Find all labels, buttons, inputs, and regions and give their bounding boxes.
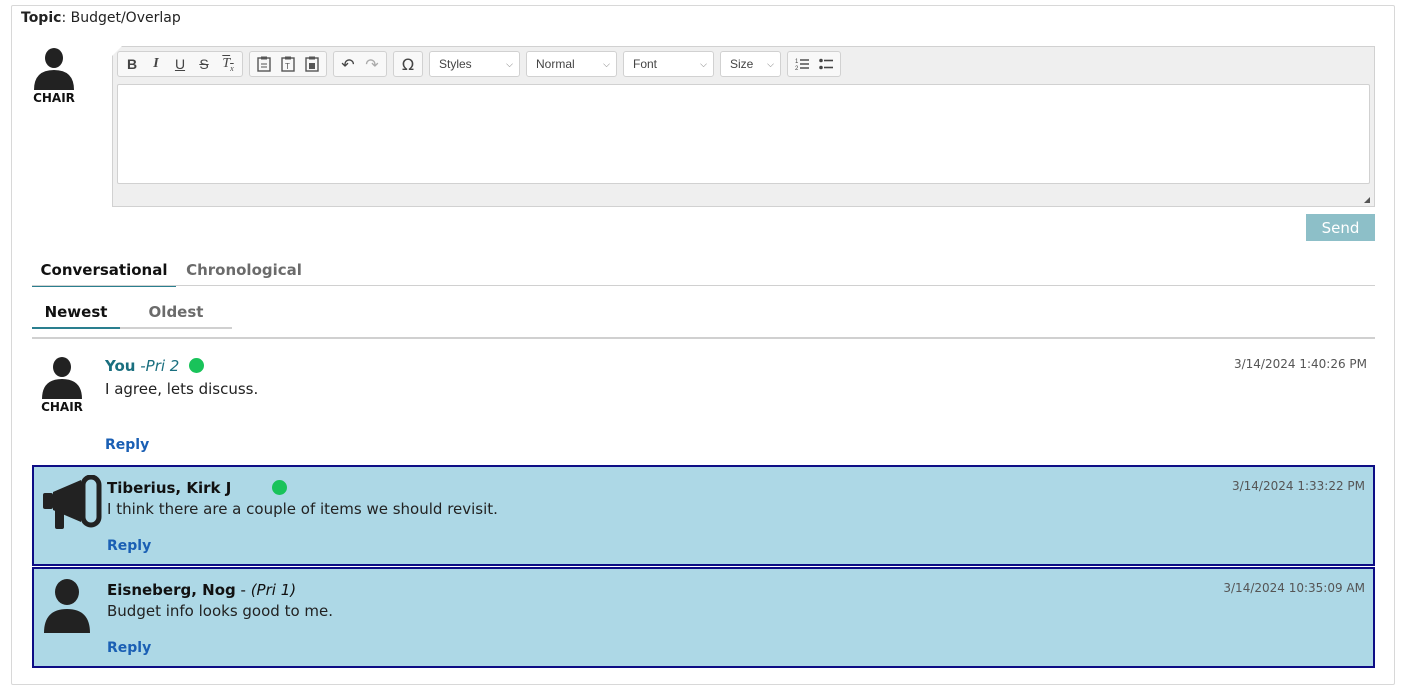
tab-newest[interactable]: Newest (32, 297, 120, 329)
numbered-list-button[interactable]: 12 (790, 53, 814, 75)
message-avatar: CHAIR (39, 357, 85, 414)
message-timestamp: 3/14/2024 10:35:09 AM (1223, 581, 1365, 595)
topic-header: Topic: Budget/Overlap (21, 10, 181, 26)
omega-icon: Ω (401, 54, 415, 74)
message-text: I think there are a couple of items we s… (107, 500, 498, 518)
size-dropdown-label: Size (730, 57, 754, 71)
styles-dropdown-label: Styles (439, 57, 472, 71)
topic-value: Budget/Overlap (70, 10, 181, 26)
italic-button[interactable]: I (144, 53, 168, 75)
sort-tabs-divider (32, 337, 1375, 339)
online-status-icon (188, 358, 204, 373)
resize-handle-icon[interactable] (1364, 197, 1370, 203)
author-priority: -Pri 2 (135, 357, 180, 375)
author-name: Eisneberg, Nog (107, 581, 236, 599)
styles-dropdown[interactable]: Styles ⌵ (429, 51, 520, 77)
composer-avatar: CHAIR (31, 48, 77, 105)
chevron-down-icon: ⌵ (603, 58, 610, 69)
bulleted-list-button[interactable] (814, 53, 838, 75)
reply-link[interactable]: Reply (105, 437, 149, 453)
paste-text-button[interactable]: T (276, 53, 300, 75)
avatar-label: CHAIR (41, 400, 83, 414)
strikethrough-button[interactable]: S (192, 53, 216, 75)
svg-text:2: 2 (795, 66, 799, 71)
message-author: You -Pri 2 (105, 357, 204, 375)
numbered-list-icon: 12 (795, 59, 809, 71)
underline-icon: U (174, 56, 186, 72)
remove-format-icon: Tx (222, 55, 234, 73)
italic-icon: I (153, 56, 159, 71)
user-icon (34, 48, 74, 90)
paste-button[interactable] (252, 53, 276, 75)
undo-icon: ↶ (341, 54, 355, 74)
chevron-down-icon: ⌵ (700, 58, 707, 69)
size-dropdown[interactable]: Size ⌵ (720, 51, 781, 77)
paste-icon (257, 56, 271, 72)
online-status-icon (272, 480, 288, 495)
avatar-label: CHAIR (33, 91, 75, 105)
message-item: Eisneberg, Nog - (Pri 1) 3/14/2024 10:35… (32, 567, 1375, 668)
strikethrough-icon: S (199, 56, 209, 72)
send-button[interactable]: Send (1306, 214, 1375, 241)
format-dropdown-label: Normal (536, 57, 575, 71)
bulleted-list-icon (819, 58, 833, 70)
message-text: I agree, lets discuss. (105, 380, 259, 398)
font-dropdown[interactable]: Font ⌵ (623, 51, 714, 77)
redo-button[interactable]: ↷ (360, 53, 384, 75)
megaphone-icon (43, 475, 102, 529)
paste-word-icon (305, 56, 319, 72)
redo-icon: ↷ (365, 54, 379, 74)
priority-separator: - (235, 581, 251, 599)
message-item: Tiberius, Kirk J 3/14/2024 1:33:22 PM I … (32, 465, 1375, 566)
special-char-group: Ω (393, 51, 423, 77)
message-editor-area[interactable] (117, 84, 1370, 184)
paste-word-button[interactable] (300, 53, 324, 75)
font-dropdown-label: Font (633, 57, 658, 71)
chevron-down-icon: ⌵ (767, 58, 774, 69)
history-group: ↶ ↷ (333, 51, 387, 77)
remove-format-button[interactable]: Tx (216, 53, 240, 75)
user-icon (42, 357, 82, 399)
rich-text-editor: B I U S Tx T ↶ ↷ Ω Styles ⌵ Normal ⌵ Fon… (112, 46, 1375, 207)
author-priority: (Pri 1) (250, 581, 297, 599)
tab-oldest[interactable]: Oldest (120, 297, 232, 329)
message-timestamp: 3/14/2024 1:40:26 PM (1233, 357, 1367, 371)
message-text: Budget info looks good to me. (107, 602, 334, 620)
bold-icon: B (126, 56, 138, 72)
view-tabs-divider (32, 285, 1375, 286)
author-name: Tiberius, Kirk J (107, 479, 232, 497)
svg-text:T: T (285, 62, 290, 71)
message-timestamp: 3/14/2024 1:33:22 PM (1231, 479, 1365, 493)
paste-text-icon: T (281, 56, 295, 72)
tab-conversational[interactable]: Conversational (32, 255, 176, 287)
message-author: Tiberius, Kirk J (107, 479, 288, 497)
reply-link[interactable]: Reply (107, 538, 151, 554)
tab-chronological[interactable]: Chronological (176, 255, 312, 285)
list-group: 12 (787, 51, 841, 77)
text-style-group: B I U S Tx (117, 51, 243, 77)
undo-button[interactable]: ↶ (336, 53, 360, 75)
clipboard-group: T (249, 51, 327, 77)
underline-button[interactable]: U (168, 53, 192, 75)
chevron-down-icon: ⌵ (506, 58, 513, 69)
editor-toolbar: B I U S Tx T ↶ ↷ Ω Styles ⌵ Normal ⌵ Fon… (117, 51, 841, 78)
format-dropdown[interactable]: Normal ⌵ (526, 51, 617, 77)
special-character-button[interactable]: Ω (396, 53, 420, 75)
topic-label: Topic (21, 10, 62, 26)
svg-text:1: 1 (795, 59, 799, 65)
reply-link[interactable]: Reply (107, 640, 151, 656)
message-author: Eisneberg, Nog - (Pri 1) (107, 581, 296, 599)
bold-button[interactable]: B (120, 53, 144, 75)
message-item: CHAIR You -Pri 2 3/14/2024 1:40:26 PM I … (32, 345, 1375, 463)
author-name: You (105, 357, 136, 375)
user-icon (44, 579, 90, 633)
